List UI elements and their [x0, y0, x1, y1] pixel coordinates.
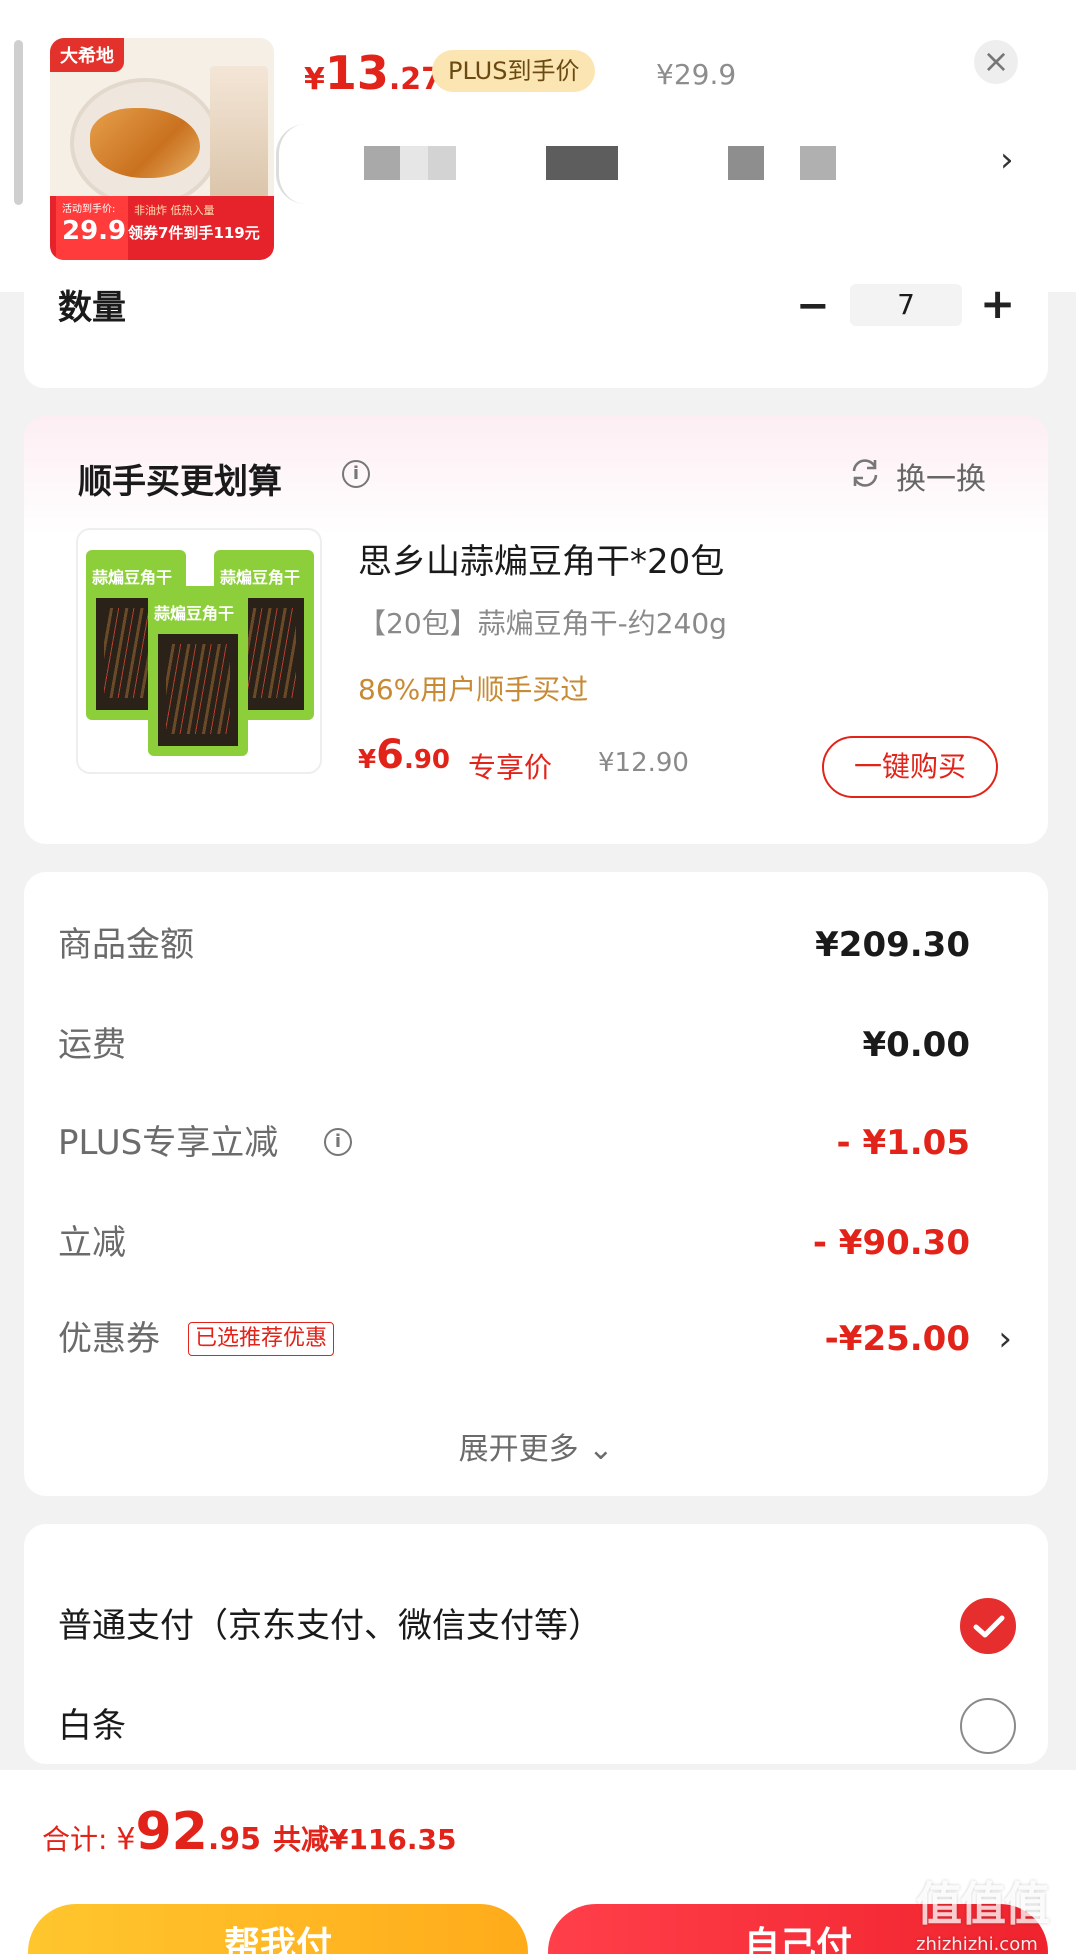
- recommended-product-spec: 【20包】蒜煸豆角干-约240g: [358, 607, 727, 640]
- amount-summary-card: 商品金额 ¥209.30 运费 ¥0.00 PLUS专享立减 i - ¥1.05…: [24, 872, 1048, 1496]
- amount-row-instant-discount: 立减 - ¥90.30: [24, 1218, 1048, 1268]
- spec-scroll-edge: [276, 124, 306, 204]
- payment-option-baitiao[interactable]: 白条: [24, 1696, 1048, 1756]
- amount-label: 立减: [58, 1223, 126, 1263]
- deal-price-label: 活动到手价:: [62, 204, 116, 215]
- one-click-buy-button[interactable]: 一键购买: [822, 736, 998, 798]
- radio-unchecked-icon[interactable]: [960, 1698, 1016, 1754]
- payment-option-label: 普通支付（京东支付、微信支付等）: [58, 1606, 602, 1646]
- refresh-icon[interactable]: [848, 456, 882, 490]
- amount-label: 运费: [58, 1025, 126, 1065]
- product-header: 大希地 活动到手价: 29.9 非油炸 低热入量 领券7件到手119元 ¥13.…: [0, 0, 1076, 292]
- swap-button[interactable]: 换一换: [896, 454, 986, 498]
- amount-value: - ¥1.05: [836, 1123, 971, 1163]
- header-price-int: 13: [324, 46, 389, 100]
- total-dec: .95: [207, 1822, 261, 1857]
- scroll-indicator[interactable]: [14, 40, 23, 205]
- amount-row-coupon[interactable]: 优惠券 已选推荐优惠 -¥25.00 ›: [24, 1314, 1048, 1364]
- promo-coupon-line: 领券7件到手119元: [128, 224, 260, 242]
- spec-option-2[interactable]: [546, 146, 618, 180]
- watermark-logo: 值值值: [916, 1877, 1050, 1931]
- amount-label: PLUS专享立减: [58, 1123, 279, 1163]
- total-amount: 合计: ¥92.95 共减¥116.35: [42, 1802, 457, 1862]
- recommended-price-dec: .90: [403, 745, 450, 775]
- quantity-minus-button[interactable]: −: [796, 286, 830, 326]
- product-thumbnail[interactable]: 大希地 活动到手价: 29.9 非油炸 低热入量 领券7件到手119元: [50, 38, 274, 260]
- recommended-price-currency: ¥: [358, 745, 377, 775]
- recommended-product-image[interactable]: 蒜煸豆角干 蒜煸豆角干 蒜煸豆角干: [76, 528, 322, 774]
- deal-price-box: 活动到手价: 29.9: [56, 196, 128, 260]
- total-label: 合计:: [42, 1823, 117, 1856]
- bag-image: 蒜煸豆角干: [148, 586, 248, 756]
- recommended-original-price: ¥12.90: [598, 748, 689, 778]
- watermark-url: zhizhizhi.com: [916, 1934, 1038, 1954]
- expand-more-button[interactable]: 展开更多 ⌄: [24, 1424, 1048, 1468]
- spec-option-1[interactable]: [364, 146, 400, 180]
- recommendation-title: 顺手买更划算: [78, 462, 282, 502]
- coupon-recommended-badge: 已选推荐优惠: [188, 1322, 335, 1356]
- spec-selector[interactable]: [276, 124, 1016, 204]
- info-icon[interactable]: i: [324, 1128, 352, 1156]
- header-price-currency: ¥: [304, 62, 325, 97]
- quantity-card: 数量 − 7 +: [24, 283, 1048, 388]
- recommended-price: ¥6.90: [358, 732, 450, 778]
- amount-row-shipping: 运费 ¥0.00: [24, 1020, 1048, 1070]
- header-price: ¥13.27: [304, 46, 442, 100]
- package-image: [210, 66, 268, 206]
- plus-price-badge: PLUS到手价: [432, 50, 596, 92]
- checkout-bar: 合计: ¥92.95 共减¥116.35 帮我付 自己付: [0, 1770, 1076, 1954]
- spec-option-1b[interactable]: [400, 146, 428, 180]
- help-pay-button[interactable]: 帮我付: [28, 1904, 528, 1954]
- spec-option-3[interactable]: [728, 146, 764, 180]
- amount-label: 商品金额: [58, 925, 194, 965]
- recommendation-card: 顺手买更划算 i 换一换 蒜煸豆角干 蒜煸豆角干 蒜煸豆角干 思乡山蒜煸豆角干*…: [24, 416, 1048, 844]
- recommended-product-name[interactable]: 思乡山蒜煸豆角干*20包: [358, 534, 724, 583]
- amount-value: ¥209.30: [815, 925, 970, 965]
- bag-label: 蒜煸豆角干: [154, 604, 235, 623]
- payment-option-standard[interactable]: 普通支付（京东支付、微信支付等）: [24, 1596, 1048, 1656]
- bag-label: 蒜煸豆角干: [92, 568, 173, 587]
- quantity-input[interactable]: 7: [850, 284, 962, 326]
- recommended-price-int: 6: [376, 732, 404, 778]
- amount-row-plus-discount: PLUS专享立减 i - ¥1.05: [24, 1118, 1048, 1168]
- amount-row-goods: 商品金额 ¥209.30: [24, 920, 1048, 970]
- info-icon[interactable]: i: [342, 460, 370, 488]
- total-saved: 共减¥116.35: [272, 1823, 457, 1856]
- spec-option-4[interactable]: [800, 146, 836, 180]
- radio-checked-icon[interactable]: [960, 1598, 1016, 1654]
- amount-value: ¥0.00: [862, 1025, 970, 1065]
- bag-label: 蒜煸豆角干: [220, 568, 301, 587]
- payment-option-label: 白条: [58, 1706, 126, 1746]
- chevron-right-icon[interactable]: ›: [998, 1314, 1012, 1364]
- total-int: 92: [135, 1802, 208, 1862]
- chevron-right-icon[interactable]: ›: [1000, 140, 1014, 180]
- recommended-bought-rate: 86%用户顺手买过: [358, 673, 589, 706]
- amount-value: - ¥90.30: [812, 1223, 970, 1263]
- quantity-label: 数量: [58, 288, 126, 328]
- amount-value: -¥25.00: [824, 1319, 970, 1359]
- total-currency: ¥: [116, 1822, 136, 1857]
- payment-method-card: 普通支付（京东支付、微信支付等） 白条: [24, 1524, 1048, 1764]
- exclusive-price-label: 专享价: [468, 751, 553, 784]
- deal-price-value: 29.9: [62, 216, 127, 246]
- brand-label: 大希地: [50, 38, 124, 72]
- site-watermark: 值值值 zhizhizhi.com: [916, 1868, 1066, 1954]
- quantity-plus-button[interactable]: +: [980, 283, 1015, 325]
- close-icon[interactable]: ×: [974, 40, 1018, 84]
- amount-label: 优惠券: [58, 1319, 160, 1359]
- header-original-price: ¥29.9: [656, 58, 737, 91]
- promo-tagline: 非油炸 低热入量: [134, 204, 215, 217]
- spec-option-1c[interactable]: [428, 146, 456, 180]
